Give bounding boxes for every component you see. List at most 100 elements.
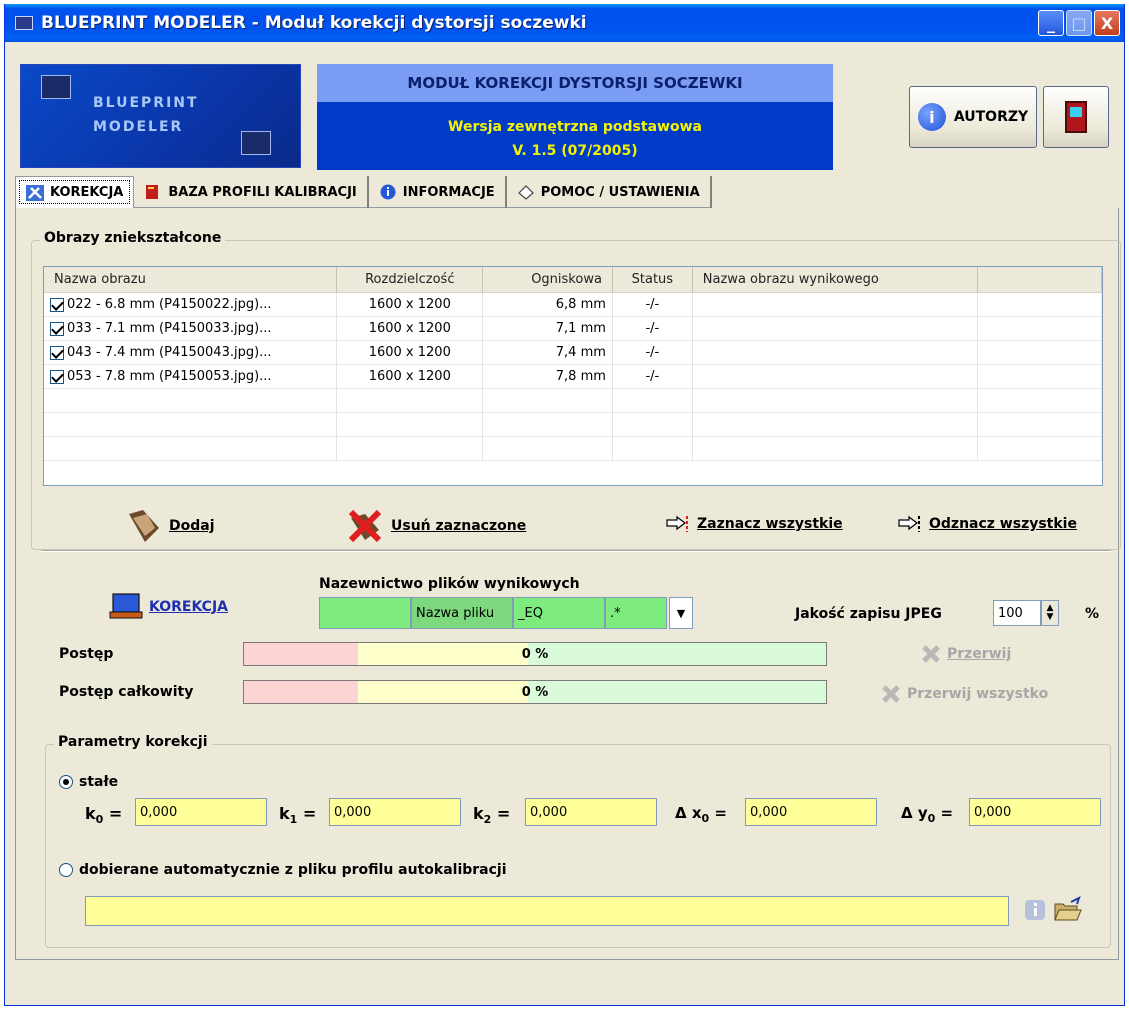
version-info: Wersja zewnętrzna podstawowa V. 1.5 (07/… [317,102,833,170]
filename-extension-select[interactable]: .* [605,597,667,629]
run-correction-button[interactable]: KOREKCJA [109,592,228,622]
auto-params-label: dobierane automatycznie z pliku profilu … [79,862,507,878]
stop-x-icon [922,645,940,663]
filename-suffix-input[interactable]: _EQ [513,597,605,629]
filename-label: Nazwa pliku [411,597,513,629]
open-folder-button[interactable] [1053,896,1083,928]
image-status: -/- [613,341,693,364]
dy0-input[interactable]: 0,000 [969,798,1101,826]
row-checkbox[interactable] [50,345,64,360]
image-name: 022 - 6.8 mm (P4150022.jpg)... [67,297,272,312]
logo-folder-icon-small [241,131,271,155]
image-resolution: 1600 x 1200 [337,317,484,340]
correction-params-title: Parametry korekcji [54,734,212,750]
k1-input[interactable]: 0,000 [329,798,461,826]
total-progress-bar: 0 % [243,680,827,704]
interrupt-all-label: Przerwij wszystko [907,686,1049,702]
images-list-header: Nazwa obrazu Rozdzielczość Ogniskowa Sta… [44,267,1102,293]
image-focal: 7,4 mm [483,341,613,364]
module-title: MODUŁ KOREKCJI DYSTORSJI SOCZEWKI [317,64,833,102]
profile-info-button[interactable] [1023,898,1047,926]
pointing-hand-icon [666,515,688,532]
interrupt-all-button[interactable]: Przerwij wszystko [881,684,1048,704]
column-header-status[interactable]: Status [613,267,693,292]
k0-label: k0 = [85,804,123,827]
column-header-output-name[interactable]: Nazwa obrazu wynikowego [693,267,979,292]
filename-prefix-input[interactable] [319,597,411,629]
total-progress-value: 0 % [521,684,549,700]
image-resolution: 1600 x 1200 [337,293,484,316]
logo-text-line1: BLUEPRINT [93,95,199,111]
stop-x-icon [882,685,900,703]
column-header-resolution[interactable]: Rozdzielczość [337,267,484,292]
table-row-empty [44,389,1102,413]
dx0-input[interactable]: 0,000 [745,798,877,826]
image-output-name [693,341,979,364]
select-all-button[interactable]: Zaznacz wszystkie [665,514,843,534]
image-resolution: 1600 x 1200 [337,365,484,388]
window-controls: _ □ X [1038,10,1120,36]
version-edition: Wersja zewnętrzna podstawowa [448,119,702,135]
fixed-params-label: stałe [79,774,119,790]
image-name: 053 - 7.8 mm (P4150053.jpg)... [67,369,272,384]
title-bar[interactable]: BLUEPRINT MODELER - Moduł korekcji dysto… [5,4,1124,42]
k2-input[interactable]: 0,000 [525,798,657,826]
stepper-down-icon[interactable]: ▼ [1047,613,1054,622]
image-status: -/- [613,317,693,340]
chevron-down-icon[interactable]: ▼ [669,597,693,629]
version-number: V. 1.5 (07/2005) [512,143,638,159]
fixed-params-radio[interactable]: stałe [59,774,118,790]
app-icon [15,16,33,30]
profile-path-input[interactable] [85,896,1009,926]
remove-selected-label: Usuń zaznaczone [391,518,527,534]
maximize-button[interactable]: □ [1066,10,1092,36]
image-output-name [693,293,979,316]
table-row[interactable]: 033 - 7.1 mm (P4150033.jpg)... 1600 x 12… [44,317,1102,341]
interrupt-button[interactable]: Przerwij [921,644,1011,664]
minimize-button[interactable]: _ [1038,10,1064,36]
exit-button[interactable] [1043,86,1109,148]
eraser-icon [517,185,534,200]
column-header-empty [978,267,1102,292]
laptop-icon [109,593,143,619]
images-list[interactable]: Nazwa obrazu Rozdzielczość Ogniskowa Sta… [43,266,1103,486]
k0-input[interactable]: 0,000 [135,798,267,826]
section-divider [41,550,1111,552]
column-header-name[interactable]: Nazwa obrazu [44,267,338,292]
delete-x-icon [348,509,382,543]
row-checkbox[interactable] [50,321,64,336]
authors-button[interactable]: i AUTORZY [909,86,1037,148]
image-output-name [693,317,979,340]
tab-pomoc-ustawienia[interactable]: POMOC / USTAWIENIA [507,176,712,208]
table-row[interactable]: 022 - 6.8 mm (P4150022.jpg)... 1600 x 12… [44,293,1102,317]
table-row[interactable]: 043 - 7.4 mm (P4150043.jpg)... 1600 x 12… [44,341,1102,365]
logo-text-line2: MODELER [93,119,184,135]
remove-selected-button[interactable]: Usuń zaznaczone [345,508,526,544]
close-button[interactable]: X [1094,10,1120,36]
image-resolution: 1600 x 1200 [337,341,484,364]
add-button[interactable]: Dodaj [123,508,215,544]
tab-informacje[interactable]: INFORMACJE [369,176,507,208]
jpeg-quality-input[interactable]: 100 [993,600,1041,626]
column-header-focal[interactable]: Ogniskowa [483,267,613,292]
radio-selected[interactable] [59,775,73,789]
image-focal: 6,8 mm [483,293,613,316]
naming-title: Nazewnictwo plików wynikowych [319,576,580,592]
tab-label: BAZA PROFILI KALIBRACJI [168,184,357,200]
jpeg-quality-stepper[interactable]: ▲ ▼ [1041,600,1059,626]
tab-baza-profili[interactable]: BAZA PROFILI KALIBRACJI [134,176,369,208]
radio-unselected[interactable] [59,863,73,877]
info-icon: i [917,103,946,131]
table-row[interactable]: 053 - 7.8 mm (P4150053.jpg)... 1600 x 12… [44,365,1102,389]
tab-label: POMOC / USTAWIENIA [540,184,700,200]
table-row-empty [44,437,1102,461]
row-checkbox[interactable] [50,369,64,384]
deselect-all-button[interactable]: Odznacz wszystkie [897,514,1077,534]
auto-params-radio[interactable]: dobierane automatycznie z pliku profilu … [59,862,507,878]
row-checkbox[interactable] [50,297,64,312]
run-correction-label: KOREKCJA [149,599,229,615]
info-icon [1025,900,1045,920]
image-status: -/- [613,293,693,316]
image-status: -/- [613,365,693,388]
tab-korekcja[interactable]: KOREKCJA [15,176,135,208]
